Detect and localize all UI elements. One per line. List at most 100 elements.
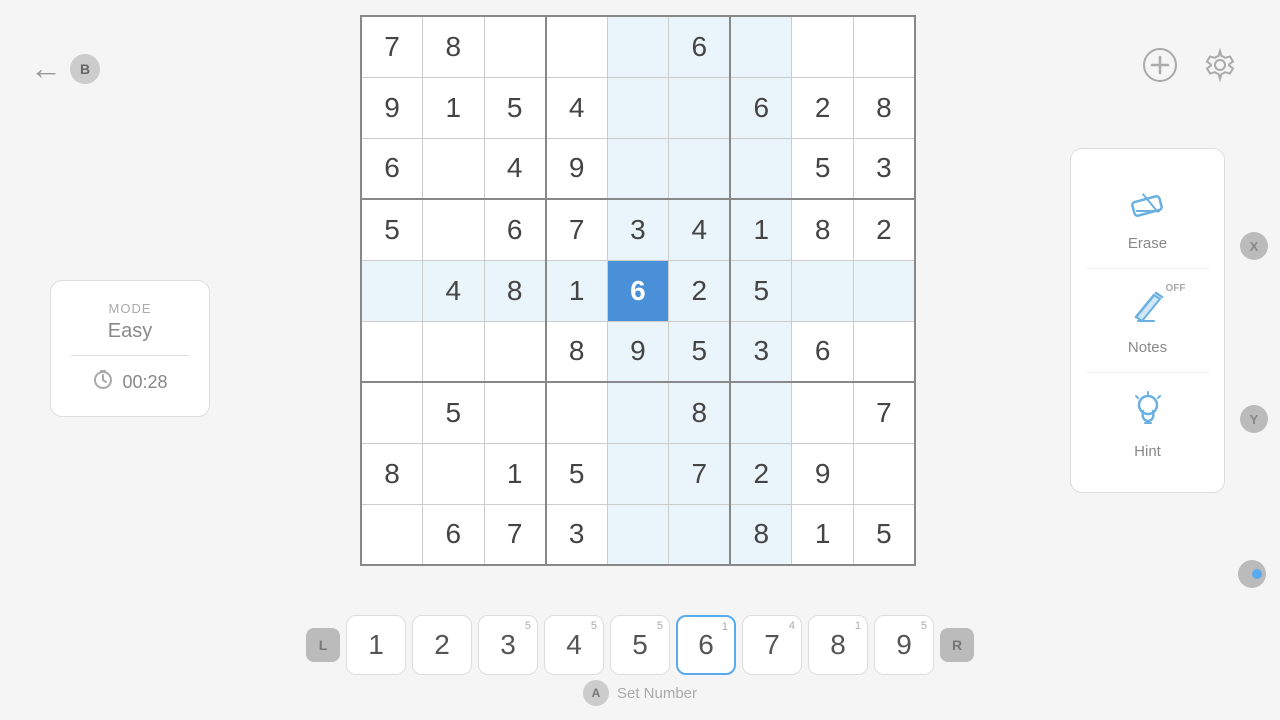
- sudoku-cell[interactable]: [730, 138, 792, 199]
- sudoku-cell[interactable]: 6: [484, 199, 546, 260]
- number-button-7[interactable]: 47: [742, 615, 802, 675]
- sudoku-cell[interactable]: 7: [484, 504, 546, 565]
- sudoku-cell[interactable]: 3: [607, 199, 669, 260]
- sudoku-cell[interactable]: 4: [669, 199, 731, 260]
- add-button[interactable]: [1140, 45, 1180, 85]
- sudoku-cell[interactable]: [853, 321, 915, 382]
- number-button-8[interactable]: 18: [808, 615, 868, 675]
- sudoku-cell[interactable]: 5: [484, 77, 546, 138]
- sudoku-cell[interactable]: [669, 504, 731, 565]
- sudoku-cell[interactable]: 8: [853, 77, 915, 138]
- sudoku-cell[interactable]: 1: [484, 443, 546, 504]
- sudoku-cell[interactable]: [423, 321, 485, 382]
- sudoku-cell[interactable]: 9: [607, 321, 669, 382]
- sudoku-cell[interactable]: [792, 16, 854, 77]
- settings-button[interactable]: [1200, 45, 1240, 85]
- sudoku-cell[interactable]: 1: [792, 504, 854, 565]
- sudoku-cell[interactable]: [792, 382, 854, 443]
- sudoku-cell[interactable]: 6: [669, 16, 731, 77]
- notes-button[interactable]: OFF Notes: [1086, 273, 1209, 368]
- sudoku-cell[interactable]: [607, 77, 669, 138]
- sudoku-cell[interactable]: 5: [423, 382, 485, 443]
- sudoku-cell[interactable]: 3: [546, 504, 608, 565]
- number-button-5[interactable]: 55: [610, 615, 670, 675]
- sudoku-cell[interactable]: 8: [484, 260, 546, 321]
- number-button-6[interactable]: 16: [676, 615, 736, 675]
- sudoku-cell[interactable]: [361, 260, 423, 321]
- sudoku-cell[interactable]: 2: [853, 199, 915, 260]
- sudoku-cell[interactable]: [607, 16, 669, 77]
- sudoku-cell[interactable]: [423, 138, 485, 199]
- sudoku-cell[interactable]: [669, 77, 731, 138]
- sudoku-cell[interactable]: 3: [853, 138, 915, 199]
- sudoku-cell[interactable]: [423, 199, 485, 260]
- sudoku-cell[interactable]: 9: [792, 443, 854, 504]
- sudoku-cell[interactable]: [484, 321, 546, 382]
- sudoku-cell[interactable]: [853, 443, 915, 504]
- sudoku-cell[interactable]: [607, 443, 669, 504]
- number-button-3[interactable]: 53: [478, 615, 538, 675]
- sudoku-cell[interactable]: 9: [546, 138, 608, 199]
- sudoku-cell[interactable]: [361, 382, 423, 443]
- sudoku-cell[interactable]: 6: [792, 321, 854, 382]
- y-badge[interactable]: Y: [1240, 405, 1268, 433]
- sudoku-cell[interactable]: [607, 382, 669, 443]
- sudoku-cell[interactable]: [669, 138, 731, 199]
- number-button-9[interactable]: 59: [874, 615, 934, 675]
- sudoku-cell[interactable]: 8: [792, 199, 854, 260]
- sudoku-cell[interactable]: [792, 260, 854, 321]
- sudoku-cell[interactable]: [730, 16, 792, 77]
- sudoku-cell[interactable]: 2: [730, 443, 792, 504]
- sudoku-cell[interactable]: 2: [669, 260, 731, 321]
- sudoku-cell[interactable]: 8: [423, 16, 485, 77]
- sudoku-cell[interactable]: 1: [546, 260, 608, 321]
- sudoku-cell[interactable]: 7: [853, 382, 915, 443]
- sudoku-cell[interactable]: 9: [361, 77, 423, 138]
- sudoku-cell[interactable]: 8: [669, 382, 731, 443]
- sudoku-cell[interactable]: 7: [669, 443, 731, 504]
- sudoku-grid[interactable]: 7869154628649535673418248162589536587815…: [360, 15, 916, 566]
- sudoku-cell[interactable]: 4: [546, 77, 608, 138]
- number-button-4[interactable]: 54: [544, 615, 604, 675]
- back-button[interactable]: ← B: [30, 50, 100, 87]
- sudoku-cell[interactable]: 5: [853, 504, 915, 565]
- sudoku-cell[interactable]: [607, 504, 669, 565]
- hint-button[interactable]: Hint: [1086, 377, 1209, 472]
- sudoku-cell[interactable]: 7: [361, 16, 423, 77]
- sudoku-cell[interactable]: 8: [361, 443, 423, 504]
- sudoku-cell[interactable]: [546, 16, 608, 77]
- sudoku-cell[interactable]: 1: [423, 77, 485, 138]
- sudoku-cell[interactable]: [484, 16, 546, 77]
- sudoku-cell[interactable]: [853, 16, 915, 77]
- sudoku-cell[interactable]: [484, 382, 546, 443]
- sudoku-cell[interactable]: 1: [730, 199, 792, 260]
- sudoku-cell[interactable]: 5: [792, 138, 854, 199]
- x-badge[interactable]: X: [1240, 232, 1268, 260]
- sudoku-cell[interactable]: 6: [423, 504, 485, 565]
- number-button-1[interactable]: 1: [346, 615, 406, 675]
- sudoku-cell[interactable]: [423, 443, 485, 504]
- timer-icon: [92, 368, 114, 396]
- erase-button[interactable]: Erase: [1086, 169, 1209, 264]
- sudoku-cell[interactable]: 5: [669, 321, 731, 382]
- sudoku-cell[interactable]: 4: [423, 260, 485, 321]
- sudoku-cell[interactable]: 3: [730, 321, 792, 382]
- sudoku-cell[interactable]: 6: [730, 77, 792, 138]
- sudoku-cell[interactable]: [853, 260, 915, 321]
- sudoku-cell[interactable]: 5: [546, 443, 608, 504]
- sudoku-cell[interactable]: [361, 321, 423, 382]
- sudoku-cell[interactable]: 8: [730, 504, 792, 565]
- sudoku-cell[interactable]: [361, 504, 423, 565]
- sudoku-cell[interactable]: 5: [730, 260, 792, 321]
- sudoku-cell[interactable]: [730, 382, 792, 443]
- sudoku-cell[interactable]: 8: [546, 321, 608, 382]
- sudoku-cell[interactable]: 7: [546, 199, 608, 260]
- sudoku-cell[interactable]: [546, 382, 608, 443]
- sudoku-cell[interactable]: 2: [792, 77, 854, 138]
- number-button-2[interactable]: 2: [412, 615, 472, 675]
- sudoku-cell[interactable]: [607, 138, 669, 199]
- sudoku-cell[interactable]: 4: [484, 138, 546, 199]
- sudoku-cell[interactable]: 6: [607, 260, 669, 321]
- sudoku-cell[interactable]: 6: [361, 138, 423, 199]
- sudoku-cell[interactable]: 5: [361, 199, 423, 260]
